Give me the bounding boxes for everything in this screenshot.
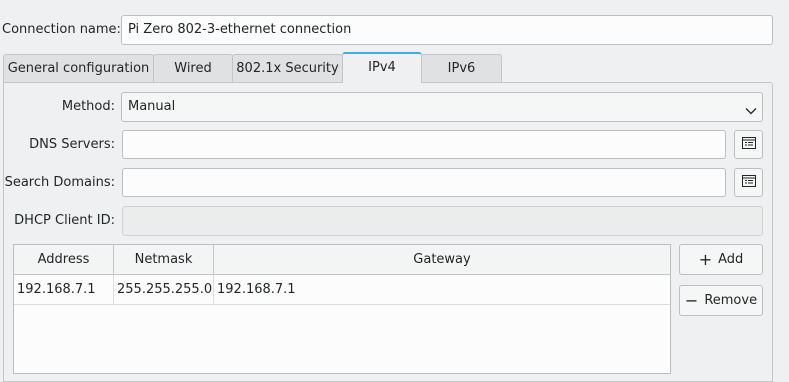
tab-ipv6[interactable]: IPv6	[421, 54, 502, 83]
list-edit-icon	[741, 136, 756, 153]
column-header-address[interactable]: Address	[14, 245, 114, 275]
minus-icon: −	[684, 291, 699, 310]
column-header-netmask[interactable]: Netmask	[114, 245, 214, 275]
method-label: Method:	[61, 99, 115, 114]
remove-button-label: Remove	[704, 293, 758, 308]
plus-icon: +	[698, 250, 713, 269]
dns-servers-label: DNS Servers:	[29, 137, 115, 152]
chevron-down-icon	[744, 101, 758, 115]
search-domains-input[interactable]	[122, 168, 726, 197]
gateway-cell[interactable]: 192.168.7.1	[214, 275, 670, 305]
method-select[interactable]: Manual	[121, 92, 763, 122]
dns-servers-input[interactable]	[122, 130, 726, 159]
add-button-label: Add	[718, 252, 744, 267]
dns-servers-edit-button[interactable]	[734, 130, 763, 159]
tab-general-configuration[interactable]: General configuration	[3, 54, 154, 83]
connection-name-label: Connection name:	[2, 22, 121, 37]
search-domains-label: Search Domains:	[4, 175, 115, 190]
search-domains-edit-button[interactable]	[734, 168, 763, 197]
address-table[interactable]: Address Netmask Gateway 192.168.7.1 255.…	[13, 244, 671, 374]
netmask-cell[interactable]: 255.255.255.0	[114, 275, 214, 305]
remove-button[interactable]: − Remove	[679, 285, 763, 316]
tab-wired[interactable]: Wired	[153, 54, 233, 83]
tab-ipv4[interactable]: IPv4	[342, 52, 422, 83]
list-edit-icon	[741, 174, 756, 191]
connection-name-input[interactable]: Pi Zero 802-3-ethernet connection	[121, 15, 773, 45]
dhcp-client-id-label: DHCP Client ID:	[14, 213, 115, 228]
dhcp-client-id-input[interactable]	[122, 206, 763, 236]
tab-8021x-security[interactable]: 802.1x Security	[232, 54, 343, 83]
column-header-gateway[interactable]: Gateway	[214, 245, 670, 275]
method-value: Manual	[128, 99, 176, 114]
address-cell[interactable]: 192.168.7.1	[14, 275, 114, 305]
add-button[interactable]: + Add	[679, 244, 763, 275]
